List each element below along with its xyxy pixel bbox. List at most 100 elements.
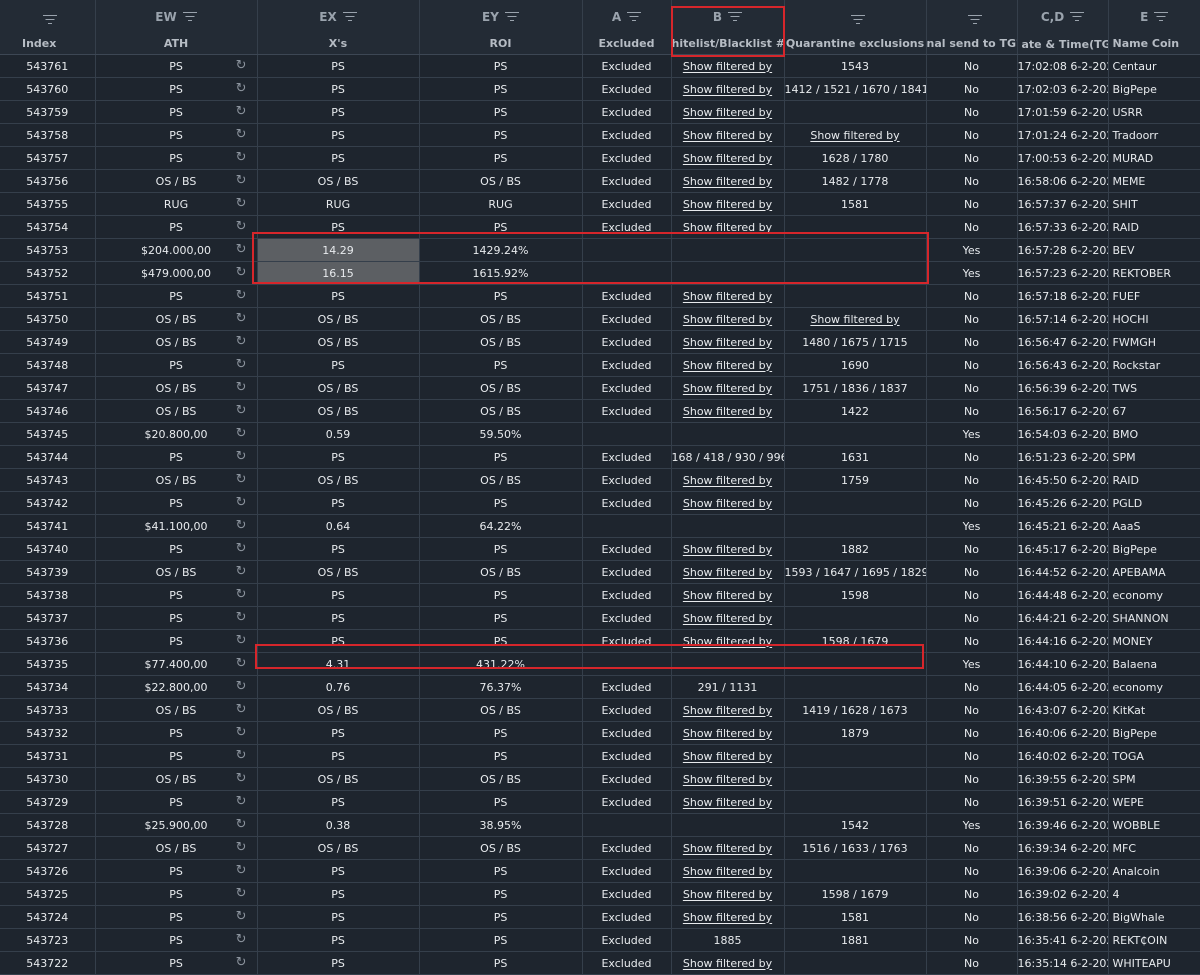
show-filtered-link[interactable]: Show filtered by	[683, 589, 772, 602]
show-filtered-link[interactable]: Show filtered by	[683, 773, 772, 786]
whitelist-cell[interactable]: Show filtered by	[671, 307, 785, 331]
refresh-icon[interactable]: ↻	[236, 59, 247, 72]
column-header-filter[interactable]: E	[1108, 0, 1200, 33]
table-row[interactable]: 543760 PS ↻ PS PS Excluded Show filtered by 141…	[0, 77, 1200, 101]
whitelist-cell[interactable]: Show filtered by	[671, 698, 785, 722]
show-filtered-link[interactable]: Show filtered by	[683, 359, 772, 372]
show-filtered-link[interactable]: Show filtered by	[683, 336, 772, 349]
refresh-icon[interactable]: ↻	[236, 703, 247, 716]
whitelist-cell[interactable]: Show filtered by	[671, 882, 785, 906]
table-row[interactable]: 543739 OS / BS ↻ OS / BS OS / BS Excluded Show…	[0, 560, 1200, 584]
table-row[interactable]: 543732 PS ↻ PS PS Excluded Show filtered by 187…	[0, 721, 1200, 745]
whitelist-cell[interactable]: Show filtered by	[671, 399, 785, 423]
refresh-icon[interactable]: ↻	[236, 289, 247, 302]
refresh-icon[interactable]: ↻	[236, 749, 247, 762]
whitelist-cell[interactable]: Show filtered by	[671, 284, 785, 308]
table-row[interactable]: 543751 PS ↻ PS PS Excluded Show filtered by No 1…	[0, 284, 1200, 308]
table-row[interactable]: 543736 PS ↻ PS PS Excluded Show filtered by 159…	[0, 629, 1200, 653]
column-header-filter[interactable]: C,D	[1017, 0, 1109, 33]
table-row[interactable]: 543723 PS ↻ PS PS Excluded 1885 1881 No 16:35:41 …	[0, 928, 1200, 952]
column-header-label[interactable]: hitelist/Blacklist #	[671, 33, 785, 55]
whitelist-cell[interactable]: Show filtered by	[671, 790, 785, 814]
filter-icon[interactable]	[728, 11, 743, 22]
whitelist-cell[interactable]: Show filtered by	[671, 767, 785, 791]
whitelist-cell[interactable]: Show filtered by	[671, 192, 785, 216]
show-filtered-link[interactable]: Show filtered by	[810, 129, 899, 142]
table-row[interactable]: 543748 PS ↻ PS PS Excluded Show filtered by 169…	[0, 353, 1200, 377]
filter-icon[interactable]	[1070, 11, 1085, 22]
table-row[interactable]: 543726 PS ↻ PS PS Excluded Show filtered by No 1…	[0, 859, 1200, 883]
table-row[interactable]: 543730 OS / BS ↻ OS / BS OS / BS Excluded Show…	[0, 767, 1200, 791]
column-header-label[interactable]: Name Coin	[1108, 33, 1200, 55]
show-filtered-link[interactable]: Show filtered by	[683, 865, 772, 878]
table-row[interactable]: 543747 OS / BS ↻ OS / BS OS / BS Excluded Show…	[0, 376, 1200, 400]
column-header-label[interactable]: ate & Time(TG)↓	[1017, 33, 1109, 55]
table-row[interactable]: 543743 OS / BS ↻ OS / BS OS / BS Excluded Show…	[0, 468, 1200, 492]
whitelist-cell[interactable]: Show filtered by	[671, 744, 785, 768]
refresh-icon[interactable]: ↻	[236, 220, 247, 233]
table-row[interactable]: 543737 PS ↻ PS PS Excluded Show filtered by No 1…	[0, 606, 1200, 630]
refresh-icon[interactable]: ↻	[236, 243, 247, 256]
table-row[interactable]: 543738 PS ↻ PS PS Excluded Show filtered by 159…	[0, 583, 1200, 607]
show-filtered-link[interactable]: Show filtered by	[683, 313, 772, 326]
refresh-icon[interactable]: ↻	[236, 795, 247, 808]
show-filtered-link[interactable]: Show filtered by	[683, 382, 772, 395]
table-row[interactable]: 543745 $20.800,00 ↻ 0.59 59.50% Yes 16:54:03 6…	[0, 422, 1200, 446]
show-filtered-link[interactable]: Show filtered by	[683, 842, 772, 855]
whitelist-cell[interactable]: Show filtered by	[671, 100, 785, 124]
whitelist-cell[interactable]: Show filtered by	[671, 353, 785, 377]
refresh-icon[interactable]: ↻	[236, 82, 247, 95]
refresh-icon[interactable]: ↻	[236, 864, 247, 877]
column-header-label[interactable]: X's	[257, 33, 420, 55]
refresh-icon[interactable]: ↻	[236, 956, 247, 969]
column-header-filter[interactable]: EY	[419, 0, 583, 33]
table-row[interactable]: 543725 PS ↻ PS PS Excluded Show filtered by 159…	[0, 882, 1200, 906]
table-row[interactable]: 543724 PS ↻ PS PS Excluded Show filtered by 158…	[0, 905, 1200, 929]
refresh-icon[interactable]: ↻	[236, 174, 247, 187]
filter-icon[interactable]	[967, 14, 982, 25]
refresh-icon[interactable]: ↻	[236, 588, 247, 601]
show-filtered-link[interactable]: Show filtered by	[683, 543, 772, 556]
whitelist-cell[interactable]: Show filtered by	[671, 123, 785, 147]
show-filtered-link[interactable]: Show filtered by	[683, 888, 772, 901]
show-filtered-link[interactable]: Show filtered by	[683, 566, 772, 579]
refresh-icon[interactable]: ↻	[236, 358, 247, 371]
table-row[interactable]: 543733 OS / BS ↻ OS / BS OS / BS Excluded Show…	[0, 698, 1200, 722]
show-filtered-link[interactable]: Show filtered by	[683, 221, 772, 234]
column-header-filter[interactable]: EW	[95, 0, 258, 33]
whitelist-cell[interactable]: Show filtered by	[671, 629, 785, 653]
refresh-icon[interactable]: ↻	[236, 151, 247, 164]
table-row[interactable]: 543746 OS / BS ↻ OS / BS OS / BS Excluded Show…	[0, 399, 1200, 423]
table-row[interactable]: 543731 PS ↻ PS PS Excluded Show filtered by No 1…	[0, 744, 1200, 768]
refresh-icon[interactable]: ↻	[236, 772, 247, 785]
refresh-icon[interactable]: ↻	[236, 634, 247, 647]
table-row[interactable]: 543761 PS ↻ PS PS Excluded Show filtered by 154…	[0, 54, 1200, 78]
refresh-icon[interactable]: ↻	[236, 404, 247, 417]
column-header-label[interactable]: nal send to TG?	[926, 33, 1018, 55]
column-header-filter[interactable]: B	[671, 0, 785, 33]
show-filtered-link[interactable]: Show filtered by	[683, 635, 772, 648]
table-row[interactable]: 543742 PS ↻ PS PS Excluded Show filtered by No 1…	[0, 491, 1200, 515]
quarantine-cell[interactable]: Show filtered by	[784, 307, 927, 331]
column-header-label[interactable]: Index	[0, 33, 96, 55]
refresh-icon[interactable]: ↻	[236, 197, 247, 210]
table-row[interactable]: 543729 PS ↻ PS PS Excluded Show filtered by No 1…	[0, 790, 1200, 814]
refresh-icon[interactable]: ↻	[236, 841, 247, 854]
whitelist-cell[interactable]: Show filtered by	[671, 54, 785, 78]
whitelist-cell[interactable]: Show filtered by	[671, 146, 785, 170]
table-row[interactable]: 543727 OS / BS ↻ OS / BS OS / BS Excluded Show…	[0, 836, 1200, 860]
whitelist-cell[interactable]: Show filtered by	[671, 330, 785, 354]
show-filtered-link[interactable]: Show filtered by	[683, 60, 772, 73]
show-filtered-link[interactable]: Show filtered by	[683, 290, 772, 303]
table-row[interactable]: 543755 RUG ↻ RUG RUG Excluded Show filtered by…	[0, 192, 1200, 216]
whitelist-cell[interactable]: Show filtered by	[671, 606, 785, 630]
refresh-icon[interactable]: ↻	[236, 450, 247, 463]
refresh-icon[interactable]: ↻	[236, 542, 247, 555]
show-filtered-link[interactable]: Show filtered by	[810, 313, 899, 326]
refresh-icon[interactable]: ↻	[236, 611, 247, 624]
refresh-icon[interactable]: ↻	[236, 726, 247, 739]
table-row[interactable]: 543741 $41.100,00 ↻ 0.64 64.22% Yes 16:45:21 6…	[0, 514, 1200, 538]
column-header-label[interactable]: Quarantine exclusions	[784, 33, 927, 55]
table-row[interactable]: 543744 PS ↻ PS PS Excluded 168 / 418 / 930 / 9…	[0, 445, 1200, 469]
refresh-icon[interactable]: ↻	[236, 657, 247, 670]
